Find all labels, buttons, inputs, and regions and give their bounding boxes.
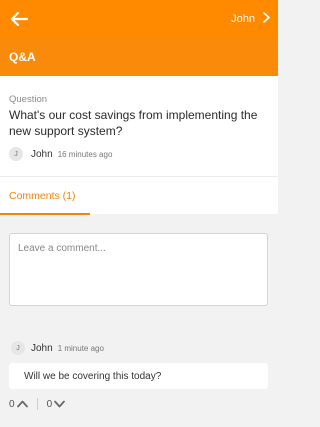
user-name: John xyxy=(231,12,255,25)
comment-text: Will we be covering this today? xyxy=(24,370,162,382)
chevron-down-icon xyxy=(54,400,65,408)
comment-body: Will we be covering this today? xyxy=(9,363,268,389)
chevron-up-icon xyxy=(16,400,28,408)
tab-bar: Comments (1) xyxy=(0,176,278,215)
vote-divider xyxy=(36,398,38,410)
avatar: J xyxy=(9,147,23,161)
tab-comments-label: Comments (1) xyxy=(9,190,76,202)
question-text: What's our cost savings from implementin… xyxy=(9,108,258,138)
top-bar: John xyxy=(0,0,278,37)
comment-author: J John 1 minute ago xyxy=(11,341,104,355)
question-card: Question What's our cost savings from im… xyxy=(0,76,278,176)
chevron-right-icon xyxy=(263,12,270,25)
section-title: Q&A xyxy=(9,49,36,64)
comment-input[interactable] xyxy=(9,233,268,306)
section-title-bar: Q&A xyxy=(0,37,278,76)
back-arrow-icon[interactable] xyxy=(10,9,30,29)
tab-comments[interactable]: Comments (1) xyxy=(0,177,90,215)
downvote-button[interactable]: 0 xyxy=(47,399,66,410)
author-name: John xyxy=(31,342,53,354)
active-tab-indicator xyxy=(0,213,90,215)
avatar: J xyxy=(11,341,25,355)
author-name: John xyxy=(31,148,53,160)
question-label: Question xyxy=(9,94,48,105)
comment-votes: 0 0 xyxy=(9,397,65,411)
upvote-button[interactable]: 0 xyxy=(9,399,28,410)
upvote-count: 0 xyxy=(9,398,15,410)
downvote-count: 0 xyxy=(46,398,53,410)
user-menu-button[interactable]: John xyxy=(231,12,270,25)
question-author: J John 16 minutes ago xyxy=(9,147,269,161)
post-time: 16 minutes ago xyxy=(57,149,113,159)
comment-time: 1 minute ago xyxy=(57,343,104,353)
